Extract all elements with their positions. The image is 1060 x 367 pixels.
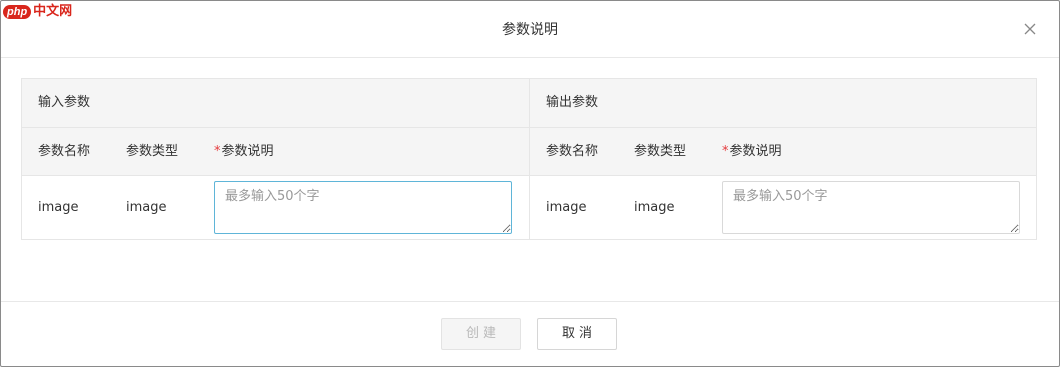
output-section-header: 输出参数 bbox=[530, 79, 1036, 128]
dialog-footer: 创建 取消 bbox=[1, 301, 1059, 366]
input-column-headers: 参数名称 参数类型 *参数说明 bbox=[22, 128, 529, 176]
output-param-desc-textarea[interactable] bbox=[722, 181, 1020, 234]
output-col-type: 参数类型 bbox=[634, 144, 687, 159]
create-button[interactable]: 创建 bbox=[441, 318, 521, 350]
watermark-badge: php bbox=[3, 5, 32, 19]
input-param-type: image bbox=[126, 200, 167, 215]
cancel-button[interactable]: 取消 bbox=[537, 318, 617, 350]
output-col-desc-header: *参数说明 bbox=[722, 143, 782, 161]
params-dialog: php 中文网 参数说明 输入参数 参数名称 参数类型 *参数说明 image … bbox=[0, 0, 1060, 367]
required-mark: * bbox=[722, 144, 729, 159]
input-param-name: image bbox=[38, 200, 79, 215]
dialog-title: 参数说明 bbox=[502, 22, 558, 38]
input-section-header: 输入参数 bbox=[22, 79, 529, 128]
required-mark: * bbox=[214, 144, 221, 159]
table-row: image image bbox=[22, 176, 529, 239]
output-column-headers: 参数名称 参数类型 *参数说明 bbox=[530, 128, 1036, 176]
input-col-type: 参数类型 bbox=[126, 144, 179, 159]
close-icon[interactable] bbox=[1021, 20, 1039, 38]
watermark-text: 中文网 bbox=[33, 4, 73, 19]
params-table: 输入参数 参数名称 参数类型 *参数说明 image image 输出参数 参数… bbox=[21, 78, 1037, 240]
input-col-desc-header: *参数说明 bbox=[214, 143, 274, 161]
output-section-title: 输出参数 bbox=[546, 95, 599, 110]
input-section-title: 输入参数 bbox=[38, 95, 91, 110]
output-col-desc: 参数说明 bbox=[729, 144, 782, 159]
input-params-panel: 输入参数 参数名称 参数类型 *参数说明 image image bbox=[22, 79, 530, 239]
output-param-type: image bbox=[634, 200, 675, 215]
input-col-desc: 参数说明 bbox=[221, 144, 274, 159]
output-col-name: 参数名称 bbox=[546, 144, 599, 159]
input-col-name: 参数名称 bbox=[38, 144, 91, 159]
output-params-panel: 输出参数 参数名称 参数类型 *参数说明 image image bbox=[530, 79, 1036, 239]
output-param-name: image bbox=[546, 200, 587, 215]
table-row: image image bbox=[530, 176, 1036, 239]
site-watermark: php 中文网 bbox=[3, 3, 72, 21]
input-param-desc-textarea[interactable] bbox=[214, 181, 512, 234]
dialog-header: 参数说明 bbox=[1, 1, 1059, 58]
